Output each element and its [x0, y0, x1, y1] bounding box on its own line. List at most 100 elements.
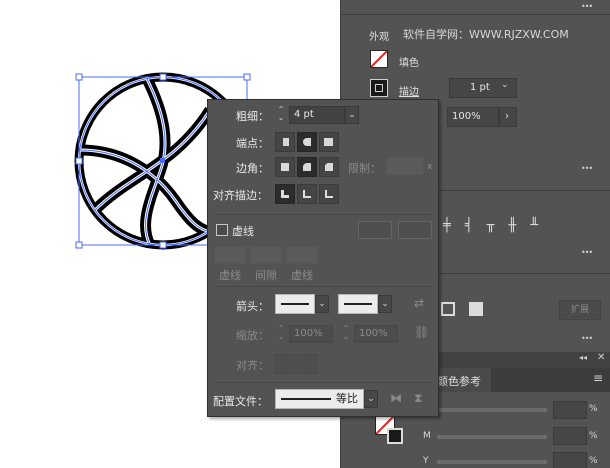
profile-dropdown[interactable]: 等比 — [275, 389, 364, 409]
stroke-swatch[interactable] — [370, 79, 388, 97]
stroke-weight-chevron-icon[interactable]: ⌄ — [501, 80, 509, 90]
section-divider — [214, 214, 432, 215]
stroke-weight-value: 1 pt — [470, 82, 490, 93]
arrowhead-label: 箭头： — [236, 300, 269, 313]
align-inside-stroke-icon[interactable] — [297, 184, 317, 204]
align-outside-stroke-icon[interactable] — [319, 184, 339, 204]
color-value-m[interactable] — [553, 427, 587, 445]
arrow-extend-icon[interactable] — [275, 354, 295, 374]
dash-label-2: 虚线 — [291, 269, 313, 282]
panel-menu-icon-4[interactable] — [581, 334, 595, 346]
stroke-swatch-bottom[interactable] — [387, 428, 403, 444]
stroke-swatch-inner — [375, 84, 383, 92]
round-cap-icon[interactable] — [297, 132, 317, 152]
align-stroke-label: 对齐描边： — [213, 189, 268, 202]
gap-label-1: 间隙 — [255, 269, 277, 282]
section-divider — [214, 382, 432, 383]
color-value-y[interactable] — [553, 452, 587, 468]
flip-horizontal-icon[interactable]: ⧓ — [390, 391, 402, 405]
miter-join-icon[interactable] — [275, 157, 295, 177]
align-center-stroke-icon[interactable] — [275, 184, 295, 204]
line-preview — [281, 398, 331, 400]
align-right-edge-icon[interactable]: ╡ — [465, 218, 487, 233]
round-join-icon[interactable] — [297, 157, 317, 177]
dash-field-1[interactable] — [214, 246, 246, 264]
limit-unit: x — [427, 162, 433, 172]
flip-vertical-icon[interactable]: ⧗ — [414, 391, 422, 406]
color-slider-c[interactable] — [437, 408, 547, 412]
pathfinder-icon[interactable] — [441, 302, 455, 316]
watermark-text: 软件自学网：WWW.RJZXW.COM — [403, 28, 569, 41]
bevel-join-icon[interactable] — [319, 157, 339, 177]
weight-value: 4 pt — [294, 109, 314, 120]
opacity-value: 100% — [452, 111, 481, 122]
color-row-c: % — [423, 401, 610, 419]
gap-field-1[interactable] — [250, 246, 282, 264]
dashed-checkbox[interactable] — [216, 224, 228, 236]
opacity-field[interactable]: 100% — [447, 107, 499, 127]
weight-dropdown-chevron-icon[interactable]: ⌄ — [345, 106, 359, 124]
line-preview — [281, 303, 309, 305]
section-divider — [214, 286, 432, 287]
align-vcenter-icon[interactable]: ╫ — [508, 218, 530, 233]
start-scale-field[interactable]: 100% — [289, 325, 333, 343]
hamburger-menu-icon[interactable]: ≡ — [593, 371, 603, 385]
expand-button[interactable]: 扩展 — [559, 300, 601, 320]
corner-label: 边角： — [236, 162, 269, 175]
projecting-cap-icon[interactable] — [319, 132, 339, 152]
scale-label: 缩放： — [236, 329, 269, 342]
weight-field[interactable]: 4 pt — [289, 106, 345, 124]
align-bottom-icon[interactable]: ╨ — [530, 218, 552, 233]
arrow-align-label: 对齐： — [236, 359, 269, 372]
arrow-place-icon[interactable] — [297, 354, 317, 374]
panel-menu-icon-3[interactable] — [581, 248, 595, 260]
fill-swatch[interactable] — [370, 50, 388, 68]
fill-label: 填色 — [399, 58, 419, 69]
limit-label: 限制： — [348, 162, 381, 175]
panel-divider — [341, 14, 610, 15]
line-preview — [344, 303, 372, 305]
stroke-label[interactable]: 描边 — [399, 83, 419, 98]
weight-spinner-icon[interactable]: ⌃ ⌄ — [275, 106, 287, 124]
end-arrowhead-chevron-icon[interactable]: ⌄ — [378, 295, 392, 313]
end-arrowhead-dropdown[interactable] — [338, 294, 378, 314]
collapse-arrows-icon[interactable]: ◂◂ — [579, 353, 587, 362]
cap-label: 端点： — [236, 137, 269, 150]
swap-arrowheads-icon[interactable]: ⇄ — [414, 296, 424, 310]
start-arrowhead-dropdown[interactable] — [275, 294, 315, 314]
dash-preserve-icon[interactable] — [358, 221, 392, 239]
dash-label-1: 虚线 — [219, 269, 241, 282]
weight-label: 粗细： — [236, 110, 269, 123]
dash-field-2[interactable] — [286, 246, 318, 264]
corner-buttons — [275, 157, 341, 177]
align-icons-row[interactable]: ╪╡╥╫╨ — [443, 218, 583, 236]
profile-chevron-icon[interactable]: ⌄ — [364, 390, 378, 408]
cap-buttons — [275, 132, 341, 152]
align-stroke-buttons — [275, 184, 341, 204]
color-value-c[interactable] — [553, 401, 587, 419]
pathfinder-exclude-icon[interactable] — [469, 302, 483, 316]
color-row-m: M % — [423, 427, 610, 446]
start-arrowhead-chevron-icon[interactable]: ⌄ — [315, 295, 329, 313]
color-slider-y[interactable] — [437, 460, 547, 464]
link-scale-icon[interactable]: ⛓ — [414, 325, 429, 339]
panel-menu-icon-2[interactable] — [581, 164, 595, 176]
dashed-label: 虚线 — [232, 225, 254, 238]
align-right-icon[interactable]: ╪ — [443, 218, 465, 233]
color-row-y: Y % — [423, 452, 610, 468]
opacity-arrow-button[interactable]: › — [499, 107, 517, 127]
tab-color-guide-label: 颜色参考 — [437, 375, 481, 388]
profile-value: 等比 — [336, 392, 358, 405]
close-icon[interactable]: ✕ — [597, 352, 605, 363]
scale-spinner-icon[interactable]: ⌃ ⌄ — [275, 325, 287, 343]
scale-spinner-icon-2[interactable]: ⌃ ⌄ — [340, 325, 352, 343]
end-scale-field[interactable]: 100% — [354, 325, 398, 343]
appearance-title: 外观 — [369, 32, 389, 43]
none-swatch-icon — [370, 50, 388, 68]
dash-align-icon[interactable] — [398, 221, 432, 239]
align-top-icon[interactable]: ╥ — [487, 218, 509, 233]
arrow-align-buttons — [275, 354, 319, 374]
color-slider-m[interactable] — [437, 435, 547, 439]
limit-field[interactable] — [386, 157, 424, 175]
butt-cap-icon[interactable] — [275, 132, 295, 152]
